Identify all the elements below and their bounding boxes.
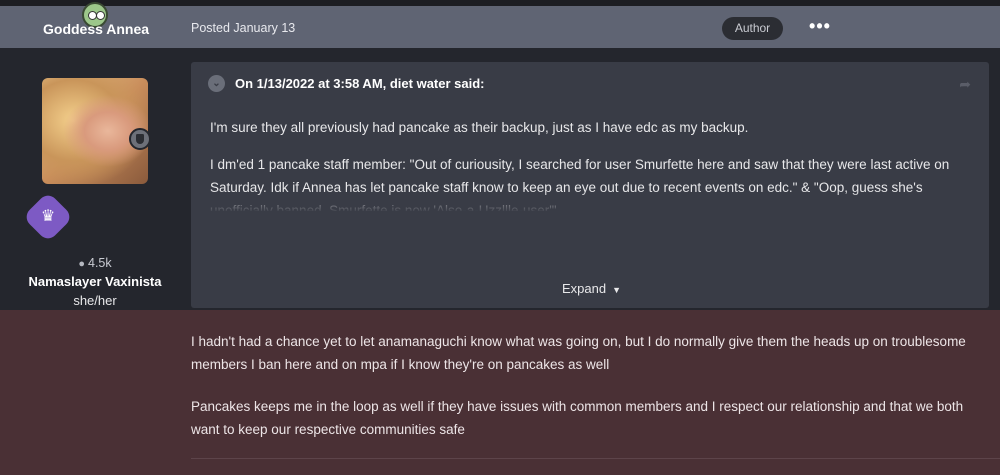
author-badge: Author bbox=[722, 17, 783, 40]
speech-bubble-icon: ● bbox=[78, 258, 85, 270]
quote-citation[interactable]: On 1/13/2022 at 3:58 AM, diet water said… bbox=[235, 76, 485, 91]
reputation-count: ● 4.5k bbox=[0, 256, 190, 270]
author-panel: ♛ ● 4.5k Namaslayer Vaxinista she/her bbox=[0, 48, 190, 310]
author-name-link[interactable]: Goddess Annea bbox=[43, 21, 149, 37]
member-title: Namaslayer Vaxinista bbox=[28, 274, 162, 289]
more-options-button[interactable]: ••• bbox=[806, 15, 834, 39]
post-paragraph: Pancakes keeps me in the loop as well if… bbox=[191, 399, 964, 437]
expand-quote-button[interactable]: Expand ▼ bbox=[562, 281, 621, 296]
reputation-value: 4.5k bbox=[88, 256, 112, 270]
share-icon[interactable]: ➦ bbox=[959, 76, 971, 93]
post-divider bbox=[191, 458, 1000, 459]
post-header: Goddess Annea Posted January 13 Author •… bbox=[0, 2, 1000, 48]
posted-date-link[interactable]: Posted January 13 bbox=[191, 21, 295, 35]
post-paragraph: I hadn't had a chance yet to let anamana… bbox=[191, 334, 966, 372]
post-body: I hadn't had a chance yet to let anamana… bbox=[191, 330, 991, 460]
quote-paragraph: I'm sure they all previously had pancake… bbox=[210, 120, 749, 135]
expand-label: Expand bbox=[562, 281, 607, 296]
moderator-shield-icon bbox=[129, 128, 151, 150]
crown-icon: ♛ bbox=[40, 208, 56, 225]
chevron-down-icon[interactable]: ⌄ bbox=[208, 75, 225, 92]
caret-down-icon: ▼ bbox=[612, 285, 622, 295]
quote-fade bbox=[191, 190, 989, 215]
member-pronouns: she/her bbox=[73, 293, 117, 308]
quote-block: ⌄ On 1/13/2022 at 3:58 AM, diet water sa… bbox=[191, 62, 989, 308]
